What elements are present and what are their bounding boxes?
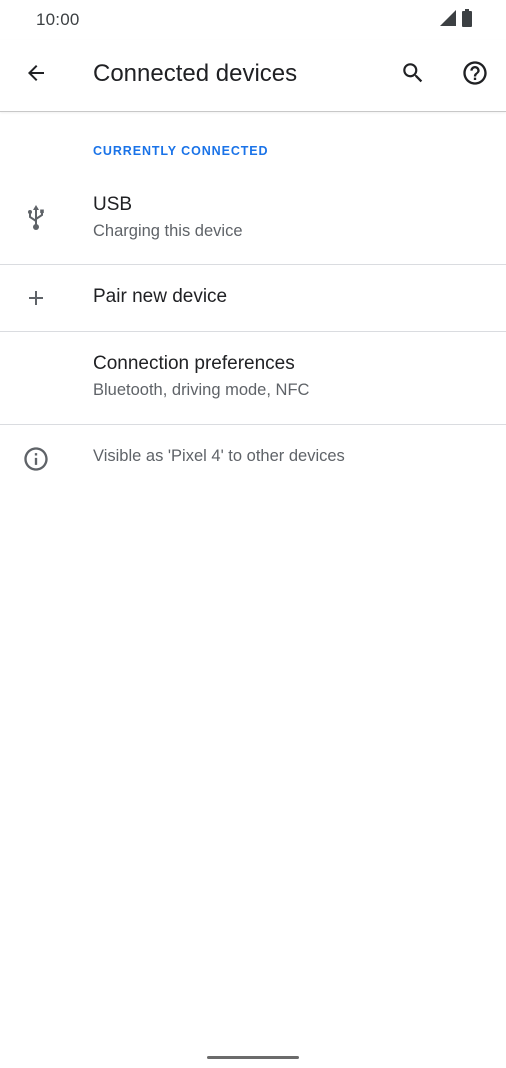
status-time: 10:00 [36,10,80,29]
status-bar: 10:00 [0,0,506,40]
signal-icon [440,9,456,31]
arrow-back-icon [24,61,48,90]
battery-icon [462,8,472,32]
add-icon [18,280,54,316]
connection-preferences-title: Connection preferences [93,353,295,374]
app-bar: Connected devices [0,40,506,112]
visibility-info-row: Visible as 'Pixel 4' to other devices [0,425,506,491]
connection-preferences-row[interactable]: Connection preferences Bluetooth, drivin… [0,332,506,424]
pair-new-device-label: Pair new device [93,286,228,307]
status-icons [440,8,472,32]
usb-subtitle: Charging this device [93,222,243,240]
connection-preferences-subtitle: Bluetooth, driving mode, NFC [93,381,310,399]
back-button[interactable] [14,53,58,97]
search-button[interactable] [391,53,435,97]
page-title: Connected devices [93,60,298,87]
usb-icon [18,200,54,236]
search-icon [400,60,426,91]
pair-new-device-row[interactable]: Pair new device [0,265,506,331]
usb-device-row[interactable]: USB Charging this device [0,178,506,264]
usb-title: USB [93,194,133,215]
section-header-currently-connected: CURRENTLY CONNECTED [93,144,269,158]
visibility-info-text: Visible as 'Pixel 4' to other devices [93,447,345,465]
help-button[interactable] [453,53,497,97]
gesture-nav-handle[interactable] [207,1056,299,1059]
info-icon [18,441,54,477]
help-circle-icon [461,59,489,92]
